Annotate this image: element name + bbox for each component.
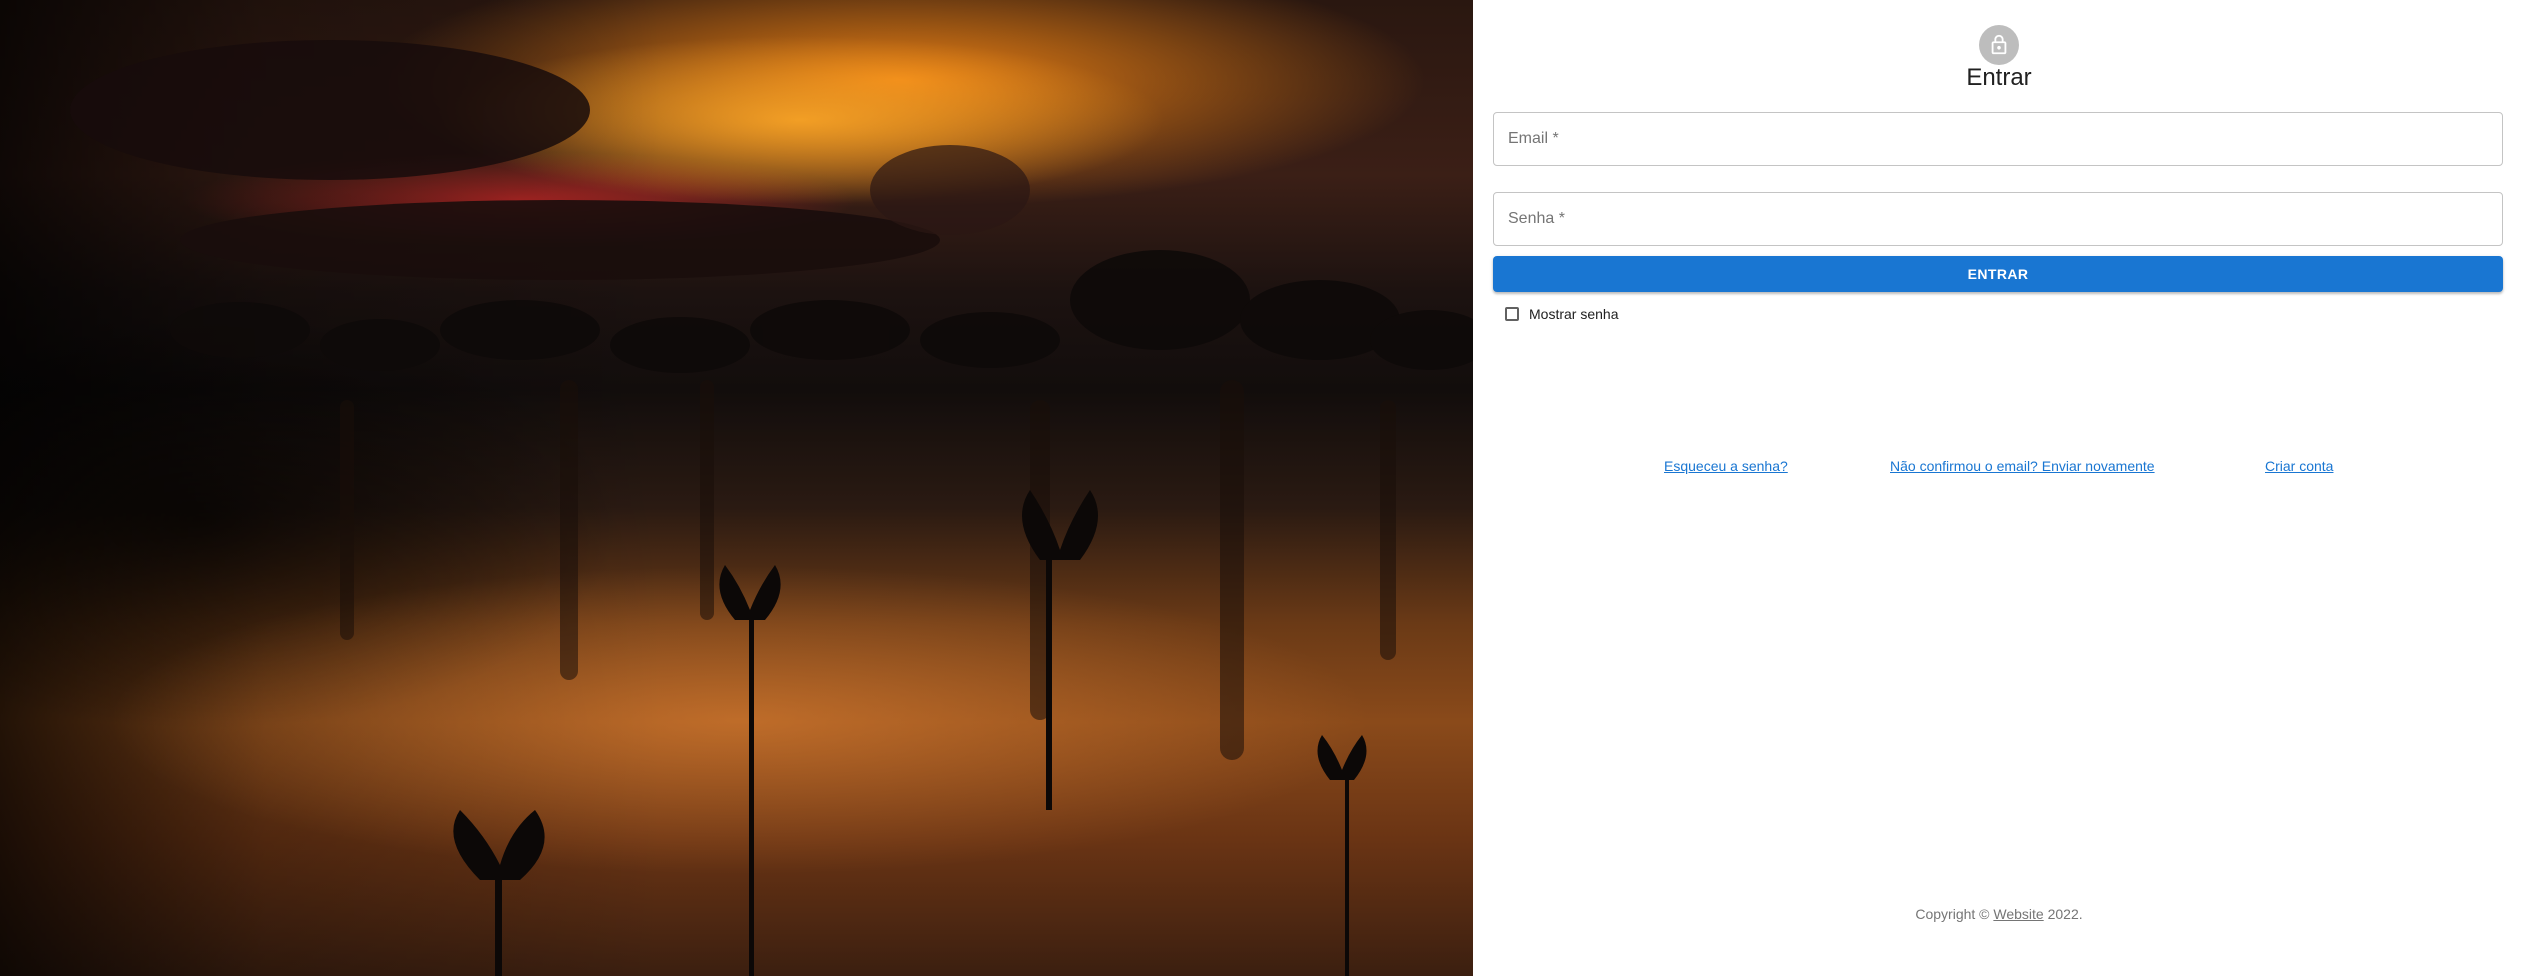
website-link[interactable]: Website bbox=[1993, 906, 2043, 922]
forgot-password-link[interactable]: Esqueceu a senha? bbox=[1664, 458, 1788, 474]
password-input[interactable] bbox=[1508, 193, 2502, 245]
email-field[interactable] bbox=[1493, 112, 2503, 166]
show-password-checkbox[interactable] bbox=[1505, 307, 1519, 321]
lock-avatar bbox=[1979, 25, 2019, 65]
email-input[interactable] bbox=[1508, 113, 2502, 165]
resend-confirmation-link[interactable]: Não confirmou o email? Enviar novamente bbox=[1890, 458, 2155, 474]
show-password-label: Mostrar senha bbox=[1529, 306, 1619, 322]
login-panel: Entrar ENTRAR Mostrar senha Esqueceu a s… bbox=[1473, 0, 2525, 976]
page-title: Entrar bbox=[1966, 64, 2032, 91]
hero-image bbox=[0, 0, 1473, 976]
hero-silhouettes bbox=[70, 40, 1473, 976]
password-field[interactable] bbox=[1493, 192, 2503, 246]
lock-icon bbox=[1991, 34, 2007, 55]
copyright-year: 2022. bbox=[2047, 906, 2083, 922]
submit-button[interactable]: ENTRAR bbox=[1493, 256, 2503, 292]
auth-links: Esqueceu a senha? Não confirmou o email?… bbox=[1473, 458, 2525, 478]
create-account-link[interactable]: Criar conta bbox=[2265, 458, 2333, 474]
copyright-prefix: Copyright © bbox=[1915, 906, 1990, 922]
copyright: Copyright © Website 2022. bbox=[1473, 906, 2525, 922]
show-password-row[interactable]: Mostrar senha bbox=[1505, 303, 1618, 325]
